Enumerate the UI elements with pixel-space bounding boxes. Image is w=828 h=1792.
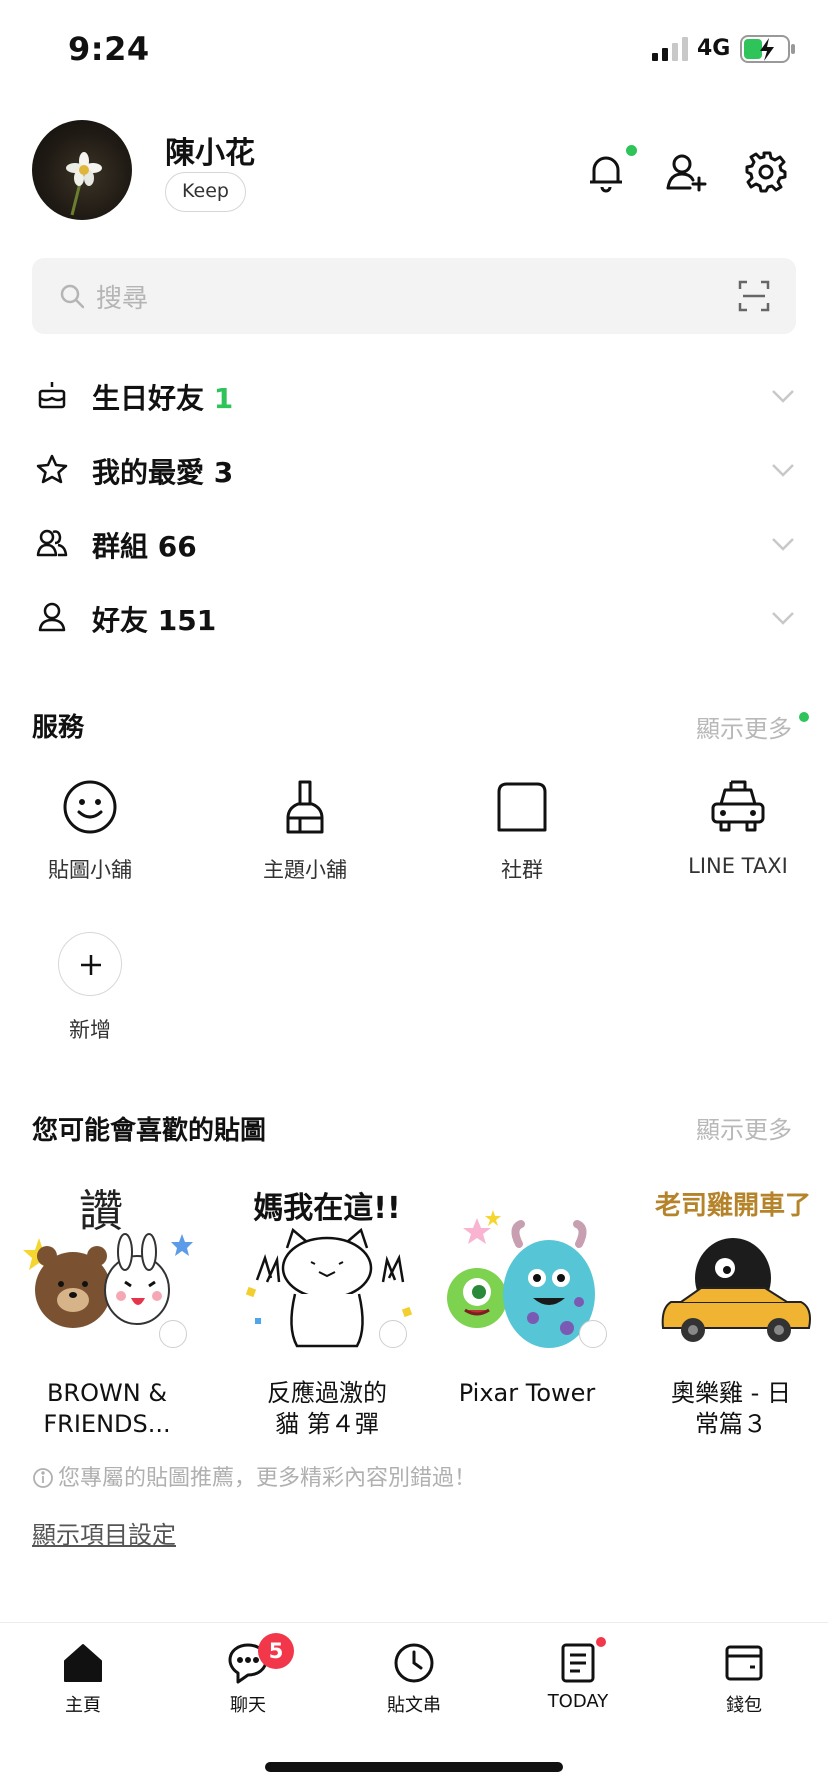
sticker-recommend-note: 您專屬的貼圖推薦，更多精彩內容別錯過！ [32,1460,476,1492]
home-indicator [265,1762,563,1772]
service-theme-shop[interactable]: 主題小舖 [205,778,405,884]
tab-wallet[interactable]: 錢包 [684,1641,804,1717]
tab-label: 錢包 [726,1695,762,1716]
section-groups[interactable]: 群組 66 [32,513,796,573]
stickers-show-more-link[interactable]: 顯示更多 [696,1110,792,1145]
status-time: 9:24 [68,30,150,68]
new-indicator-dot [799,712,809,722]
info-icon [33,1468,53,1488]
add-friend-icon[interactable] [664,150,708,194]
wallet-icon [725,1645,763,1681]
search-input[interactable]: 搜尋 [96,278,148,315]
sticker-name: 奧樂雞 - 日 常篇３ [671,1379,791,1438]
brush-icon [286,780,324,834]
service-label: LINE TAXI [688,854,788,878]
sticker-art-text: 讚 [79,1186,123,1237]
sticker-chicken-image: 老司雞開車了 [641,1178,821,1358]
sticker-recommend-title: 您可能會喜歡的貼圖 [32,1116,267,1146]
unread-badge: 5 [258,1633,294,1669]
battery-charging-icon [740,35,795,63]
sticker-name: 反應過激的 貓 第４彈 [267,1379,387,1438]
status-bar: 9:24 4G [0,0,828,100]
home-icon [64,1644,102,1682]
sticker-art-text: 媽我在這!! [253,1191,400,1226]
section-birthday-friends[interactable]: 生日好友 1 [32,365,796,425]
sticker-item[interactable]: 老司雞開車了 奧樂雞 - 日 常篇３ [636,1178,826,1440]
section-label: 好友 [92,604,149,637]
square-speech-icon [497,782,547,832]
tab-label: 聊天 [230,1695,266,1716]
sticker-name: BROWN & FRIENDS... [43,1379,171,1438]
cellular-signal-icon [652,37,688,61]
chevron-down-icon [772,390,794,403]
tab-home[interactable]: 主頁 [23,1641,143,1717]
services-title: 服務 [32,713,85,743]
chevron-down-icon [772,464,794,477]
add-label: 新增 [69,1018,111,1042]
service-community[interactable]: 社群 [422,778,622,884]
today-icon [561,1643,595,1683]
sticker-item[interactable]: 讚 BROWN & FRIENDS... [12,1178,202,1440]
section-friends[interactable]: 好友 151 [32,587,796,647]
section-count: 66 [157,530,197,563]
search-bar[interactable]: 搜尋 [32,258,796,334]
keep-button[interactable]: Keep [165,172,246,212]
section-count: 1 [213,382,234,415]
bell-icon[interactable] [584,150,628,194]
note-text: 您專屬的貼圖推薦，更多精彩內容別錯過！ [58,1466,477,1491]
sticker-pixar-image [437,1178,617,1358]
sticker-brown-friends-image: 讚 [17,1178,197,1358]
service-line-taxi[interactable]: LINE TAXI [638,778,828,878]
sticker-cat-image: 媽我在這!! [237,1178,417,1358]
search-icon [60,284,85,309]
gear-icon[interactable] [744,150,788,194]
chevron-down-icon [772,612,794,625]
section-favorites[interactable]: 我的最愛 3 [32,439,796,499]
display-settings-link[interactable]: 顯示項目設定 [32,1515,176,1550]
service-sticker-shop[interactable]: 貼圖小舖 [0,778,190,884]
section-count: 3 [213,456,234,489]
play-badge-icon [379,1320,407,1348]
tab-timeline[interactable]: 貼文串 [354,1641,474,1717]
network-type: 4G [697,36,731,61]
section-label: 生日好友 [92,382,205,415]
section-label: 我的最愛 [92,456,205,489]
person-icon [38,602,66,632]
plus-icon [81,955,101,975]
tab-today[interactable]: TODAY [518,1637,638,1712]
section-count: 151 [157,604,217,637]
tab-chat[interactable]: 5 聊天 [188,1633,308,1717]
service-label: 社群 [501,858,543,882]
sticker-item[interactable]: 媽我在這!! 反應過激的 貓 第４彈 [232,1178,422,1440]
service-add[interactable]: 新增 [0,932,190,1044]
notification-dot [626,145,637,156]
service-label: 貼圖小舖 [48,858,132,882]
avatar-flower-image [66,152,102,216]
new-content-dot [596,1637,606,1647]
birthday-cake-icon [38,382,66,409]
section-label: 群組 [92,530,149,563]
service-label: 主題小舖 [263,858,347,882]
sticker-name: Pixar Tower [458,1379,596,1407]
avatar[interactable] [32,120,132,220]
taxi-icon [711,780,765,832]
add-service-button[interactable] [58,932,122,996]
tab-label: 貼文串 [387,1695,441,1716]
tab-label: TODAY [547,1691,609,1712]
profile-name[interactable]: 陳小花 [165,128,255,172]
chevron-down-icon [772,538,794,551]
sticker-item[interactable]: Pixar Tower [432,1178,622,1409]
smiley-icon [63,780,117,834]
play-badge-icon [579,1320,607,1348]
star-icon [36,454,68,484]
services-show-more-link[interactable]: 顯示更多 [696,709,792,744]
group-icon [36,529,68,557]
clock-icon [394,1643,434,1683]
tab-label: 主頁 [65,1695,101,1716]
qr-scan-icon[interactable] [738,280,770,312]
animated-badge-icon [159,1320,187,1348]
sticker-art-text: 老司雞開車了 [655,1191,811,1221]
